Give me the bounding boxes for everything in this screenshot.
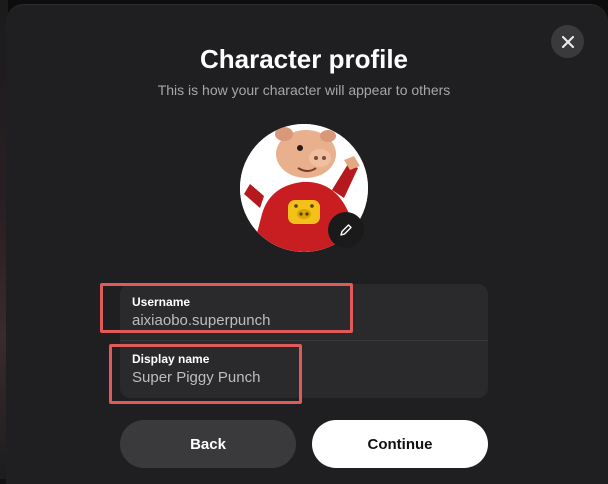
avatar-container	[240, 124, 368, 252]
pencil-icon	[340, 224, 352, 236]
username-label: Username	[132, 295, 191, 309]
edit-avatar-button[interactable]	[328, 212, 364, 248]
username-field[interactable]: Username	[120, 284, 488, 340]
profile-form: Username Display name	[120, 284, 488, 398]
back-button[interactable]: Back	[120, 420, 296, 468]
display-name-label: Display name	[132, 352, 210, 366]
dialog-subtitle: This is how your character will appear t…	[157, 82, 451, 98]
username-input[interactable]	[132, 312, 472, 329]
continue-button[interactable]: Continue	[312, 420, 488, 468]
display-name-field[interactable]: Display name	[120, 341, 488, 397]
display-name-input[interactable]	[132, 369, 472, 386]
dialog-title: Character profile	[199, 44, 409, 74]
